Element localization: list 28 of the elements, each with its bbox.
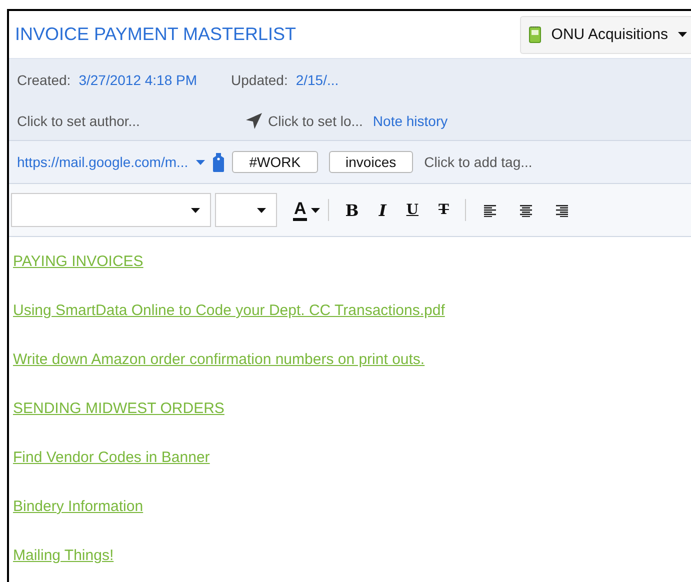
location-field[interactable]: Click to set lo... bbox=[268, 112, 363, 128]
notebook-selector[interactable]: ONU Acquisitions bbox=[520, 16, 691, 54]
add-tag-field[interactable]: Click to add tag... bbox=[424, 154, 532, 170]
font-color-button[interactable]: A bbox=[293, 200, 308, 220]
caret-icon[interactable] bbox=[311, 208, 320, 212]
align-center-icon bbox=[520, 204, 532, 216]
italic-button[interactable]: I bbox=[370, 200, 394, 220]
location-arrow-icon bbox=[246, 112, 262, 128]
strikethrough-button[interactable]: T bbox=[430, 202, 457, 218]
author-field[interactable]: Click to set author... bbox=[17, 112, 246, 128]
tag-icon bbox=[213, 152, 224, 172]
note-title[interactable]: INVOICE PAYMENT MASTERLIST bbox=[15, 24, 296, 45]
updated-label: Updated: bbox=[231, 72, 288, 88]
tag-chip[interactable]: invoices bbox=[328, 151, 414, 173]
created-date: 3/27/2012 4:18 PM bbox=[78, 72, 198, 88]
caret-icon bbox=[191, 208, 200, 212]
caret-icon bbox=[257, 208, 266, 212]
align-left-icon bbox=[484, 204, 496, 216]
updated-date: 2/15/... bbox=[296, 72, 339, 88]
source-url-link[interactable]: https://mail.google.com/m... bbox=[17, 154, 188, 170]
created-label: Created: bbox=[17, 72, 71, 88]
notebook-icon bbox=[529, 26, 542, 43]
bold-button[interactable]: B bbox=[337, 200, 367, 220]
tag-chip[interactable]: #WORK bbox=[232, 151, 318, 173]
align-right-icon bbox=[556, 204, 568, 216]
caret-icon bbox=[678, 32, 687, 37]
underline-button[interactable]: U bbox=[398, 202, 427, 218]
note-history-link[interactable]: Note history bbox=[372, 112, 448, 128]
